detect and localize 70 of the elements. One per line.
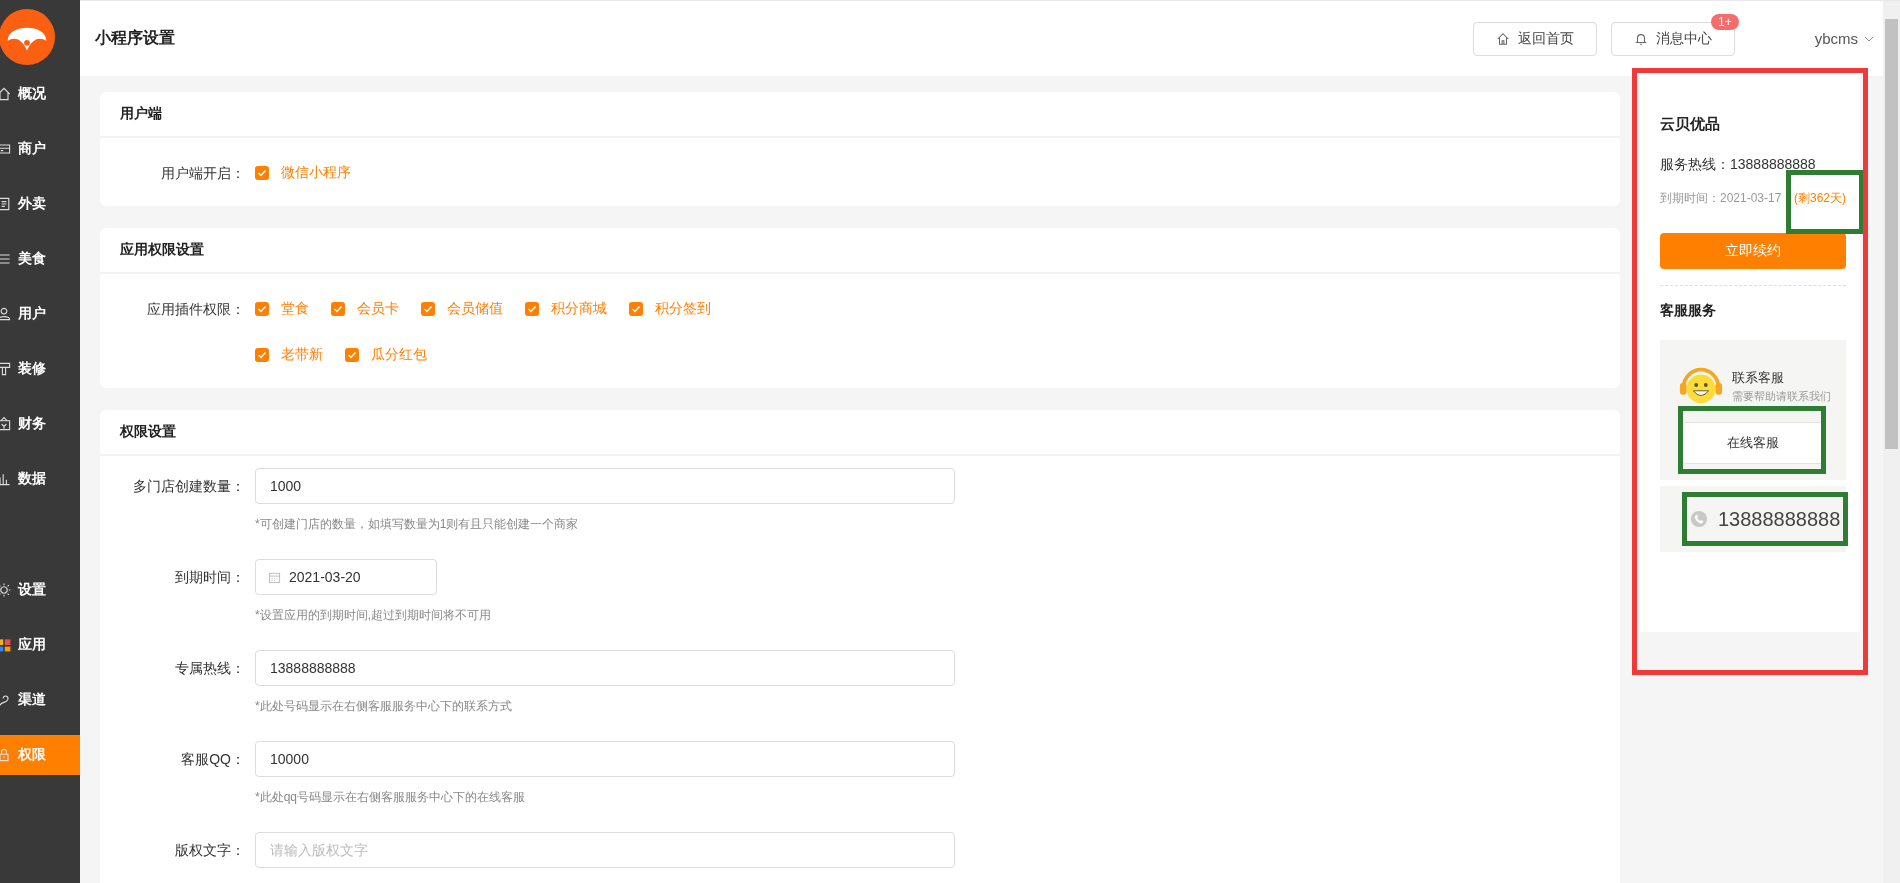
field-hint: *设置应用的到期时间,超过到期时间将不可用 <box>255 607 491 624</box>
nav-item[interactable]: 应用 <box>0 625 80 665</box>
brush-icon <box>0 361 12 377</box>
nav-item[interactable]: 商户 <box>0 129 80 169</box>
scrollbar[interactable] <box>1883 1 1900 883</box>
phone-icon <box>1690 510 1708 528</box>
checkbox[interactable] <box>345 348 359 362</box>
shop-name: 云贝优品 <box>1660 115 1721 134</box>
home-icon <box>0 86 12 102</box>
nav-item[interactable]: 美食 <box>0 239 80 279</box>
user-icon <box>0 306 12 322</box>
nav-item[interactable]: 用户 <box>0 294 80 334</box>
home-icon <box>1495 31 1510 46</box>
field-label: 应用插件权限： <box>146 300 246 319</box>
checkbox[interactable] <box>525 302 539 316</box>
bar-chart-icon <box>0 471 12 487</box>
service-title: 客服服务 <box>1660 302 1717 320</box>
nav-item[interactable]: 渠道 <box>0 680 80 720</box>
input-field[interactable]: 请输入版权文字 <box>255 832 955 868</box>
section-title: 应用权限设置 <box>120 241 204 259</box>
caret-icon <box>1864 35 1874 42</box>
checkbox[interactable] <box>255 166 269 180</box>
home-button[interactable]: 返回首页 <box>1472 21 1597 56</box>
wallet-icon <box>0 416 12 432</box>
user-menu[interactable]: ybcms <box>1808 29 1880 48</box>
nav-item[interactable]: 数据 <box>0 459 80 499</box>
hotline-text: 服务热线：13888888888 <box>1660 156 1817 174</box>
lock-icon <box>0 747 12 763</box>
input-field[interactable]: 10000 <box>255 741 955 777</box>
grid-icon <box>0 637 12 653</box>
section-title: 权限设置 <box>120 423 176 441</box>
list-icon <box>0 251 12 267</box>
contact-subtitle: 需要帮助请联系我们 <box>1732 388 1831 404</box>
input-field[interactable]: 1000 <box>255 468 955 504</box>
field-hint: *可创建门店的数量，如填写数量为1则有且只能创建一个商家 <box>255 516 580 533</box>
bell-icon <box>1633 31 1648 46</box>
expiry-text: 到期时间：2021-03-17 <box>1660 190 1782 207</box>
page-title: 小程序设置 <box>95 28 175 48</box>
contact-title: 联系客服 <box>1732 368 1785 387</box>
settings-icon <box>0 582 12 598</box>
nav-item[interactable]: 财务 <box>0 404 80 444</box>
calendar-icon <box>268 570 281 584</box>
notification-badge: 1+ <box>1710 13 1739 30</box>
document-icon <box>0 196 12 212</box>
checkbox[interactable] <box>255 348 269 362</box>
checkbox[interactable] <box>629 302 643 316</box>
card-icon <box>0 141 12 157</box>
field-hint: *此处号码显示在右侧客服服务中心下的联系方式 <box>255 698 513 715</box>
nav-item[interactable]: 外卖 <box>0 184 80 224</box>
route-icon <box>0 692 12 708</box>
field-hint: *此处qq号码显示在右侧客服服务中心下的在线客服 <box>255 789 527 806</box>
date-field[interactable]: 2021-03-20 <box>255 559 437 595</box>
field-label: 用户端开启： <box>160 164 246 183</box>
nav-item[interactable]: 概况 <box>0 74 80 114</box>
checkbox[interactable] <box>331 302 345 316</box>
nav-item[interactable]: 设置 <box>0 570 80 610</box>
checkbox[interactable] <box>421 302 435 316</box>
input-field[interactable]: 13888888888 <box>255 650 955 686</box>
field-label: 版权文字： <box>174 841 246 860</box>
nav-item[interactable]: 装修 <box>0 349 80 389</box>
checkbox[interactable] <box>255 302 269 316</box>
field-label: 到期时间： <box>174 568 246 587</box>
field-label: 多门店创建数量： <box>132 477 246 496</box>
phone-number: 13888888888 <box>1718 507 1841 531</box>
logo-icon <box>0 8 56 66</box>
online-service-button[interactable]: 在线客服 <box>1682 422 1824 464</box>
field-label: 客服QQ： <box>180 750 246 769</box>
remaining-days: (剩362天) <box>1794 190 1846 207</box>
field-label: 专属热线： <box>174 659 246 678</box>
section-title: 用户端 <box>120 105 162 123</box>
